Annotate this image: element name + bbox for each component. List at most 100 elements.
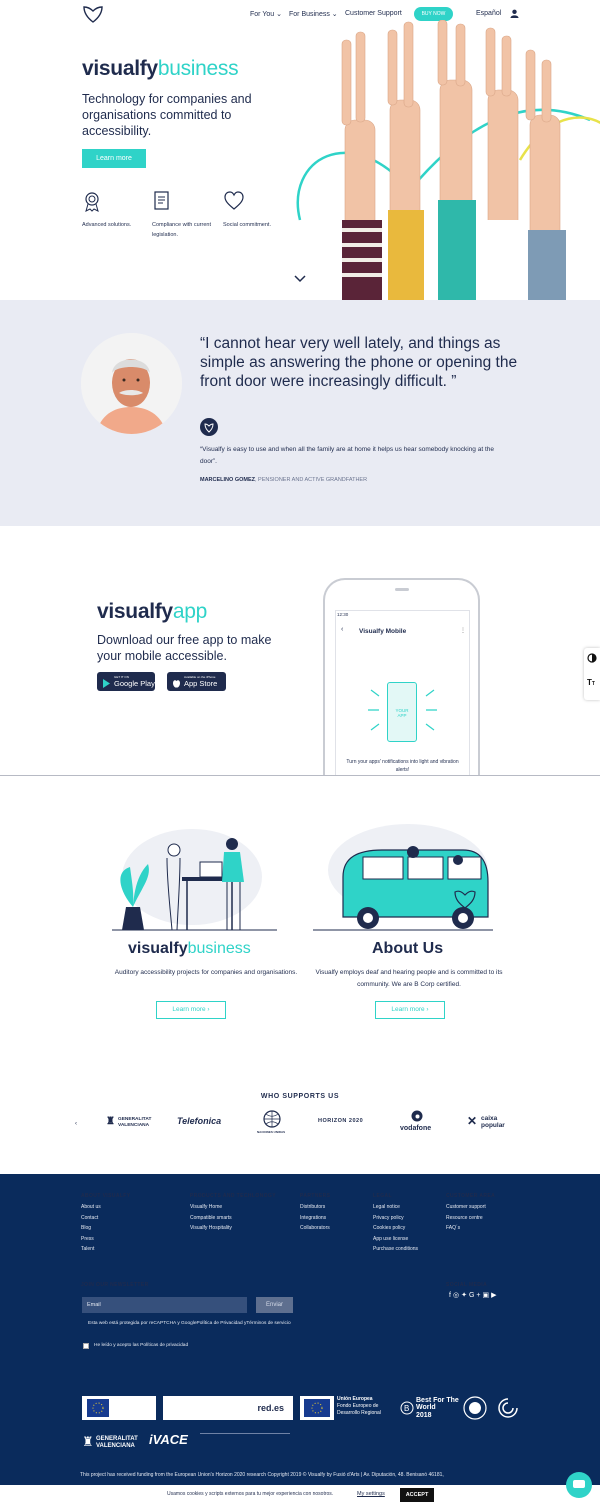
menu-dots-icon: ⋮ bbox=[460, 628, 466, 634]
google-play-button[interactable]: GET IT ON Google Play bbox=[97, 672, 155, 691]
footer-link[interactable]: Privacy policy bbox=[373, 1213, 418, 1224]
footer-heading: PRODUCTS AND TECHLONOGY bbox=[190, 1193, 276, 1199]
cookie-bar: Usamos cookies y scripts externos para t… bbox=[0, 1485, 600, 1505]
newsletter-email-input[interactable]: Email bbox=[82, 1297, 247, 1313]
footer-link[interactable]: Collaborators bbox=[300, 1223, 330, 1234]
feature-label: Compliance with current legislation. bbox=[152, 222, 211, 238]
visualfy-badge-icon bbox=[200, 418, 218, 436]
footer-link[interactable]: Visualfy Hospitality bbox=[190, 1223, 232, 1234]
eu-logo-left bbox=[82, 1396, 156, 1420]
about-van-illustration bbox=[313, 822, 493, 932]
apple-icon bbox=[172, 676, 181, 688]
footer-links-partners: Distributors Integrations Collaborators bbox=[300, 1202, 330, 1234]
footer-link[interactable]: Customer support bbox=[446, 1202, 486, 1213]
footer-link[interactable]: Legal notice bbox=[373, 1202, 418, 1213]
nav-for-business[interactable]: For Business ⌄ bbox=[289, 10, 338, 18]
footer-link[interactable]: Cookies policy bbox=[373, 1223, 418, 1234]
google-play-icon bbox=[102, 676, 111, 688]
spain-gov-logo: red.es bbox=[163, 1396, 293, 1420]
footer-link[interactable]: Press bbox=[81, 1234, 101, 1245]
heart-icon bbox=[224, 191, 244, 210]
buy-now-button[interactable]: BUY NOW bbox=[414, 7, 453, 21]
testimonial-text: “Visualfy is easy to use and when all th… bbox=[200, 446, 494, 465]
eu-fund-label: Unión Europea Fondo Europeo de Desarroll… bbox=[337, 1396, 381, 1416]
supporters-title: WHO SUPPORTS US bbox=[260, 1093, 340, 1100]
logo-caixa-popular: ✕ caixa popular bbox=[467, 1114, 505, 1129]
footer-heading: LEGAL bbox=[373, 1193, 392, 1199]
footer-link[interactable]: Contact bbox=[81, 1213, 101, 1224]
cookie-settings-link[interactable]: My settings bbox=[357, 1491, 385, 1497]
youtube-icon[interactable]: ▶ bbox=[491, 1292, 498, 1299]
hero-learn-more-button[interactable]: Learn more bbox=[82, 149, 146, 168]
footer-link[interactable]: Integrations bbox=[300, 1213, 330, 1224]
feature-label: Social commitment. bbox=[223, 222, 271, 228]
text-size-icon[interactable]: TT bbox=[587, 678, 595, 687]
footer-link[interactable]: Resource centre bbox=[446, 1213, 486, 1224]
footer-link[interactable]: Talent bbox=[81, 1244, 101, 1255]
about-learn-more-button[interactable]: Learn more › bbox=[375, 1001, 445, 1019]
scroll-down-chevron-icon[interactable] bbox=[294, 275, 306, 283]
footer-heading: PARTNERS bbox=[300, 1193, 331, 1199]
privacy-checkbox-label: He leído y acepto las Políticas de priva… bbox=[94, 1343, 189, 1348]
app-store-button[interactable]: Available on the iPhone App Store bbox=[167, 672, 226, 691]
nav-customer-support[interactable]: Customer Support bbox=[345, 10, 402, 17]
instagram-icon[interactable]: ◎ bbox=[453, 1292, 461, 1299]
ivace-logo: iVACE bbox=[149, 1432, 188, 1447]
svg-text:B: B bbox=[404, 1404, 409, 1413]
cookie-accept-button[interactable]: ACCEPT bbox=[400, 1488, 434, 1502]
footer-link[interactable]: App use license bbox=[373, 1234, 418, 1245]
feature-compliance: Compliance with current legislation. bbox=[152, 190, 212, 240]
logo-united-nations: NACIONES UNIDAS bbox=[257, 1110, 287, 1138]
phone-app-title: Visualfy Mobile bbox=[359, 628, 407, 635]
privacy-checkbox[interactable] bbox=[83, 1343, 89, 1349]
app-title: visualfyapp bbox=[97, 600, 207, 623]
logo-telefonica: Telefonica bbox=[177, 1116, 222, 1126]
user-icon[interactable] bbox=[510, 9, 519, 18]
phone-mockup: 12:30 ‹ Visualfy Mobile ⋮ YOUR APP Turn … bbox=[323, 578, 480, 776]
business-illustration bbox=[112, 822, 277, 932]
bcorp-logo: B Best For The World 2018 bbox=[400, 1396, 460, 1420]
business-learn-more-button[interactable]: Learn more › bbox=[156, 1001, 226, 1019]
contrast-icon[interactable] bbox=[587, 653, 597, 663]
footer-links-products: Visualfy Home Compatible smarts Visualfy… bbox=[190, 1202, 232, 1234]
chat-button[interactable] bbox=[566, 1472, 592, 1498]
feature-label: Advanced solutions. bbox=[82, 222, 132, 228]
app-subtitle: Download our free app to make your mobil… bbox=[97, 633, 272, 663]
social-heading: SOCIAL MEDIA bbox=[446, 1282, 488, 1288]
eu-flag-logo bbox=[300, 1396, 334, 1420]
newsletter-send-button[interactable]: Enviar bbox=[256, 1297, 293, 1313]
phone-time: 12:30 bbox=[337, 612, 349, 617]
twitter-icon[interactable]: ✦ bbox=[461, 1292, 469, 1299]
logo-generalitat: ♜ GENERALITAT VALENCIANA bbox=[106, 1116, 152, 1128]
medal-icon bbox=[85, 192, 99, 212]
business-card-title: visualfybusiness bbox=[128, 940, 251, 957]
generalitat-valenciana-logo: ♜ GENERALITAT VALENCIANA bbox=[82, 1434, 138, 1449]
footer-link[interactable]: Purchase conditions bbox=[373, 1244, 418, 1255]
about-card-text: Visualfy employs deaf and hearing people… bbox=[315, 969, 503, 988]
document-icon bbox=[154, 191, 169, 210]
footer-heading: ABOUT VISUALFY bbox=[81, 1193, 131, 1199]
footer-link[interactable]: Distributors bbox=[300, 1202, 330, 1213]
ivace-project-note bbox=[200, 1433, 290, 1453]
linkedin-icon[interactable]: ▣ bbox=[482, 1292, 491, 1299]
about-card-title: About Us bbox=[372, 940, 444, 957]
footer-link[interactable]: About us bbox=[81, 1202, 101, 1213]
footer-link[interactable]: Visualfy Home bbox=[190, 1202, 232, 1213]
back-arrow-icon: ‹ bbox=[341, 626, 344, 633]
testimonial-avatar bbox=[81, 333, 182, 434]
language-selector[interactable]: Español bbox=[476, 10, 501, 17]
footer-link[interactable]: Blog bbox=[81, 1223, 101, 1234]
footer-link[interactable]: Compatible smarts bbox=[190, 1213, 232, 1224]
carousel-prev-icon[interactable]: ‹ bbox=[75, 1121, 77, 1127]
vibration-rays-icon bbox=[368, 689, 437, 731]
google-play-label: Google Play bbox=[114, 679, 155, 688]
hero-hands-image bbox=[290, 20, 600, 300]
testimonial-quote: “I cannot hear very well lately, and thi… bbox=[200, 335, 518, 390]
testimonial-author: MARCELINO GOMEZ, PENSIONER AND ACTIVE GR… bbox=[200, 477, 368, 483]
visualfy-logo-icon[interactable] bbox=[82, 5, 104, 23]
footer-link[interactable]: FAQ´s bbox=[446, 1223, 486, 1234]
nav-for-you[interactable]: For You ⌄ bbox=[250, 10, 282, 18]
newsletter-heading: JOIN OUR NEWSLETTER bbox=[81, 1282, 149, 1288]
feature-social: Social commitment. bbox=[223, 190, 293, 230]
googleplus-icon[interactable]: G+ bbox=[469, 1292, 483, 1299]
